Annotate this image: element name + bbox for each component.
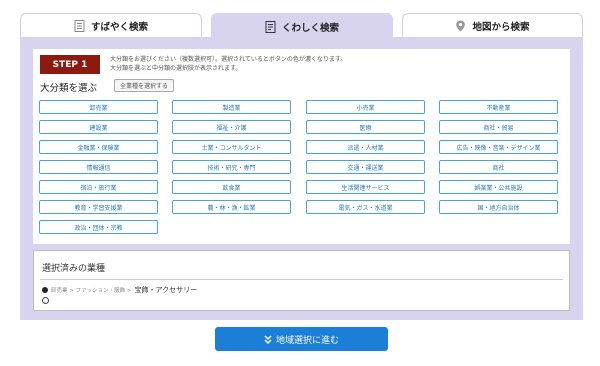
category-button[interactable]: 広告・映像・音楽・デザイン業 — [439, 140, 558, 154]
search-panel: STEP 1 大分類をお選びください（複数選択可）。選択されているとボタンの色が… — [20, 37, 583, 320]
radio-icon[interactable] — [42, 297, 49, 304]
category-button[interactable]: 娯楽業・公共施設 — [439, 180, 558, 194]
category-button[interactable]: 金融業・保険業 — [39, 140, 158, 154]
step-description: 大分類をお選びください（複数選択可）。選択されているとボタンの色が濃くなります。… — [110, 55, 346, 73]
step-heading: 大分類を選ぶ — [40, 83, 98, 94]
map-pin-icon — [456, 20, 466, 31]
category-button[interactable]: 交通・運送業 — [306, 160, 425, 174]
category-button[interactable]: 商社・貿易 — [439, 120, 558, 134]
bullet-icon — [42, 287, 48, 293]
step-description-line1: 大分類をお選びください（複数選択可）。選択されているとボタンの色が濃くなります。 — [110, 56, 347, 63]
select-all-button[interactable]: 全業種を選択する — [114, 79, 175, 92]
selected-title: 選択済みの業種 — [42, 264, 106, 274]
step1-section: STEP 1 大分類をお選びください（複数選択可）。選択されているとボタンの色が… — [33, 49, 570, 244]
next-to-area-button[interactable]: 地域選択に進む — [215, 327, 388, 351]
tab-quick-search[interactable]: すばやく検索 — [20, 13, 202, 37]
double-chevron-down-icon — [264, 334, 272, 344]
category-button[interactable]: 教育・学習支援業 — [39, 200, 158, 214]
category-button[interactable]: 卸売業 — [39, 100, 158, 114]
detail-list-icon — [265, 20, 276, 33]
category-button[interactable]: 建設業 — [39, 120, 158, 134]
category-button[interactable]: 農・林・漁・鉱業 — [172, 200, 291, 214]
tab-map-search-label: 地図から検索 — [472, 21, 530, 33]
category-button[interactable]: 生活関連サービス — [306, 180, 425, 194]
divider — [40, 279, 563, 280]
tab-detail-search-label: くわしく検索 — [281, 22, 339, 34]
tab-quick-search-label: すばやく検索 — [90, 21, 148, 33]
selected-item-label: 宝飾・アクセサリー — [134, 286, 198, 294]
step-description-line2: 大分類を選ぶと中分類の選択肢が表示されます。 — [110, 65, 242, 72]
selected-item: 卸売業 > ファッション・服飾 > 宝飾・アクセサリー — [42, 285, 197, 295]
tab-map-search[interactable]: 地図から検索 — [402, 13, 583, 37]
category-button[interactable]: 福祉・介護 — [172, 120, 291, 134]
category-button[interactable]: 小売業 — [306, 100, 425, 114]
category-button[interactable]: 情報通信 — [39, 160, 158, 174]
list-icon — [74, 19, 85, 32]
category-button[interactable]: 政治・団体・宗教 — [39, 220, 158, 234]
next-button-label: 地域選択に進む — [275, 335, 339, 346]
selected-industries: 選択済みの業種 卸売業 > ファッション・服飾 > 宝飾・アクセサリー — [33, 250, 570, 311]
category-button[interactable]: 技術・研究・専門 — [172, 160, 291, 174]
tab-detail-search[interactable]: くわしく検索 — [211, 13, 393, 39]
category-button[interactable]: 士業・コンサルタント — [172, 140, 291, 154]
category-button[interactable]: 国・地方自治体 — [439, 200, 558, 214]
category-button[interactable]: 電気・ガス・水道業 — [306, 200, 425, 214]
category-button[interactable]: 医療 — [306, 120, 425, 134]
step-badge: STEP 1 — [40, 55, 100, 74]
category-button[interactable]: 派遣・人材業 — [306, 140, 425, 154]
category-button[interactable]: 飲食業 — [172, 180, 291, 194]
category-button[interactable]: 商社 — [439, 160, 558, 174]
selected-path: 卸売業 > ファッション・服飾 > — [51, 288, 132, 294]
category-button[interactable]: 製造業 — [172, 100, 291, 114]
search-tabs: すばやく検索 くわしく検索 地図から検索 — [20, 13, 583, 39]
category-button[interactable]: 宿泊・旅行業 — [39, 180, 158, 194]
category-button[interactable]: 不動産業 — [439, 100, 558, 114]
